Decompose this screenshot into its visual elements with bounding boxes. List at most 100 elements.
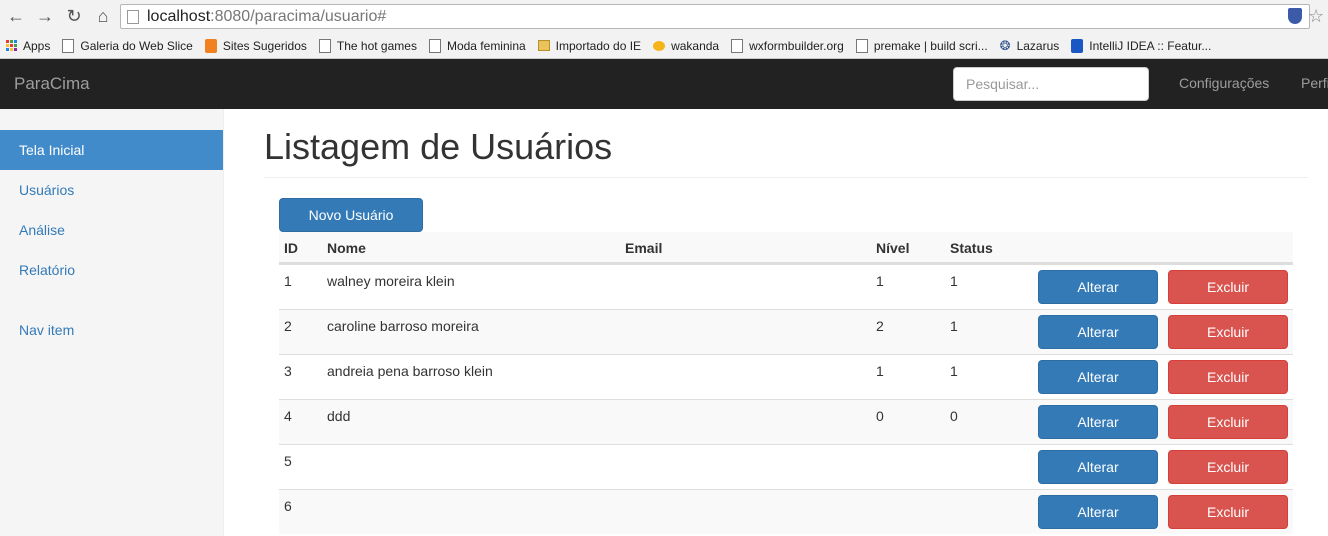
bookmark-item[interactable]: IntelliJ IDEA :: Featur...: [1071, 38, 1212, 53]
table-row: 1 walney moreira klein 1 1 Alterar Excluir: [279, 264, 1293, 309]
cell-nome: walney moreira klein: [327, 273, 455, 289]
bookmark-label: Moda feminina: [446, 38, 526, 53]
header-email: Email: [625, 240, 663, 256]
bookmark-star-icon[interactable]: ☆: [1308, 6, 1324, 27]
bookmark-label: premake | build scri...: [873, 38, 988, 53]
cell-id: 4: [284, 408, 292, 424]
wakanda-icon: [653, 40, 666, 51]
edit-button[interactable]: Alterar: [1038, 405, 1158, 439]
delete-button[interactable]: Excluir: [1168, 360, 1288, 394]
edit-button[interactable]: Alterar: [1038, 270, 1158, 304]
bookmarks-bar: Apps Galeria do Web Slice Sites Sugeridos T…: [0, 33, 1328, 59]
sidebar-item-analise[interactable]: Análise: [0, 210, 223, 250]
bookmark-item[interactable]: Importado do IE: [537, 38, 642, 53]
sidebar-item-tela-inicial[interactable]: Tela Inicial: [0, 130, 223, 170]
header-nivel: Nível: [876, 240, 910, 256]
edit-button[interactable]: Alterar: [1038, 495, 1158, 529]
edit-button[interactable]: Alterar: [1038, 360, 1158, 394]
address-bar[interactable]: localhost:8080/paracima/usuario#: [120, 4, 1310, 29]
sidebar-item-relatorio[interactable]: Relatório: [0, 250, 223, 290]
bookmark-label: Galeria do Web Slice: [80, 38, 193, 53]
bookmark-label: The hot games: [336, 38, 417, 53]
table-row: 6 Alterar Excluir: [279, 489, 1293, 534]
page-icon: [855, 38, 868, 53]
cell-id: 1: [284, 273, 292, 289]
table-row: 3 andreia pena barroso klein 1 1 Alterar Excl…: [279, 354, 1293, 399]
cell-id: 2: [284, 318, 292, 334]
delete-button[interactable]: Excluir: [1168, 315, 1288, 349]
table-header: ID Nome Email Nível Status: [279, 232, 1293, 264]
cell-nome: caroline barroso moreira: [327, 318, 479, 334]
table-body: 1 walney moreira klein 1 1 Alterar Excluir 2 ca…: [279, 264, 1293, 534]
table-row: 5 Alterar Excluir: [279, 444, 1293, 489]
cell-status: 1: [950, 318, 958, 334]
delete-button[interactable]: Excluir: [1168, 270, 1288, 304]
cell-status: 0: [950, 408, 958, 424]
edit-button[interactable]: Alterar: [1038, 315, 1158, 349]
cell-status: 1: [950, 363, 958, 379]
page-icon: [318, 38, 331, 53]
cell-id: 3: [284, 363, 292, 379]
cell-status: 1: [950, 273, 958, 289]
apps-grid-icon: [6, 40, 17, 51]
cell-id: 6: [284, 498, 292, 514]
bookmark-item[interactable]: Apps: [6, 39, 50, 53]
sites-icon: [204, 38, 217, 53]
bookmark-item[interactable]: premake | build scri...: [855, 38, 988, 53]
nav-link-configuracoes[interactable]: Configurações: [1179, 75, 1269, 91]
bookmark-item[interactable]: Galeria do Web Slice: [62, 38, 193, 53]
sidebar: Tela Inicial Usuários Análise Relatório …: [0, 109, 224, 536]
delete-button[interactable]: Excluir: [1168, 405, 1288, 439]
page-title: Listagem de Usuários: [264, 126, 613, 167]
bookmark-item[interactable]: ❂ Lazarus: [999, 37, 1060, 53]
page-icon: [127, 9, 139, 24]
lazarus-icon: ❂: [999, 37, 1011, 53]
bookmark-item[interactable]: wxformbuilder.org: [731, 38, 844, 53]
new-user-button[interactable]: Novo Usuário: [279, 198, 423, 232]
bookmark-item[interactable]: Moda feminina: [428, 38, 526, 53]
sidebar-item-nav-item[interactable]: Nav item: [0, 310, 223, 350]
page-icon: [731, 38, 744, 53]
page-icon: [62, 38, 75, 53]
bookmark-item[interactable]: The hot games: [318, 38, 417, 53]
bookmark-label: Importado do IE: [555, 38, 642, 53]
brand[interactable]: ParaCima: [14, 74, 90, 94]
delete-button[interactable]: Excluir: [1168, 450, 1288, 484]
bookmark-label: wxformbuilder.org: [749, 38, 844, 53]
bookmark-item[interactable]: wakanda: [653, 39, 719, 53]
forward-icon[interactable]: →: [35, 6, 55, 26]
browser-toolbar: ← → ↻ ⌂ localhost:8080/paracima/usuario#…: [0, 0, 1328, 33]
bookmark-item[interactable]: Sites Sugeridos: [204, 38, 307, 53]
search-input[interactable]: [953, 67, 1149, 101]
cell-nome: andreia pena barroso klein: [327, 363, 493, 379]
cell-nivel: 2: [876, 318, 884, 334]
cell-nivel: 1: [876, 363, 884, 379]
bookmark-label: Lazarus: [1016, 38, 1060, 53]
extension-shield-icon[interactable]: [1288, 8, 1302, 24]
header-nome: Nome: [327, 240, 366, 256]
url-host: localhost: [147, 7, 211, 25]
app-navbar: ParaCima Configurações Perfil: [0, 59, 1328, 109]
header-status: Status: [950, 240, 993, 256]
home-icon[interactable]: ⌂: [93, 6, 113, 26]
edit-button[interactable]: Alterar: [1038, 450, 1158, 484]
cell-nome: ddd: [327, 408, 351, 424]
bookmark-label: Apps: [23, 38, 51, 53]
nav-link-perfil[interactable]: Perfil: [1301, 75, 1328, 91]
bookmark-label: Sites Sugeridos: [222, 38, 307, 53]
cell-id: 5: [284, 453, 292, 469]
folder-icon: [537, 40, 550, 51]
cell-nivel: 0: [876, 408, 884, 424]
intellij-icon: [1071, 38, 1084, 53]
cell-nivel: 1: [876, 273, 884, 289]
back-icon[interactable]: ←: [6, 6, 26, 26]
reload-icon[interactable]: ↻: [64, 6, 84, 26]
bookmark-label: IntelliJ IDEA :: Featur...: [1089, 38, 1212, 53]
users-table: ID Nome Email Nível Status 1 walney morei…: [279, 232, 1293, 534]
table-row: 4 ddd 0 0 Alterar Excluir: [279, 399, 1293, 444]
delete-button[interactable]: Excluir: [1168, 495, 1288, 529]
url-path: :8080/paracima/usuario#: [210, 7, 387, 25]
sidebar-item-usuarios[interactable]: Usuários: [0, 170, 223, 210]
title-divider: [264, 177, 1308, 178]
page-icon: [428, 38, 441, 53]
